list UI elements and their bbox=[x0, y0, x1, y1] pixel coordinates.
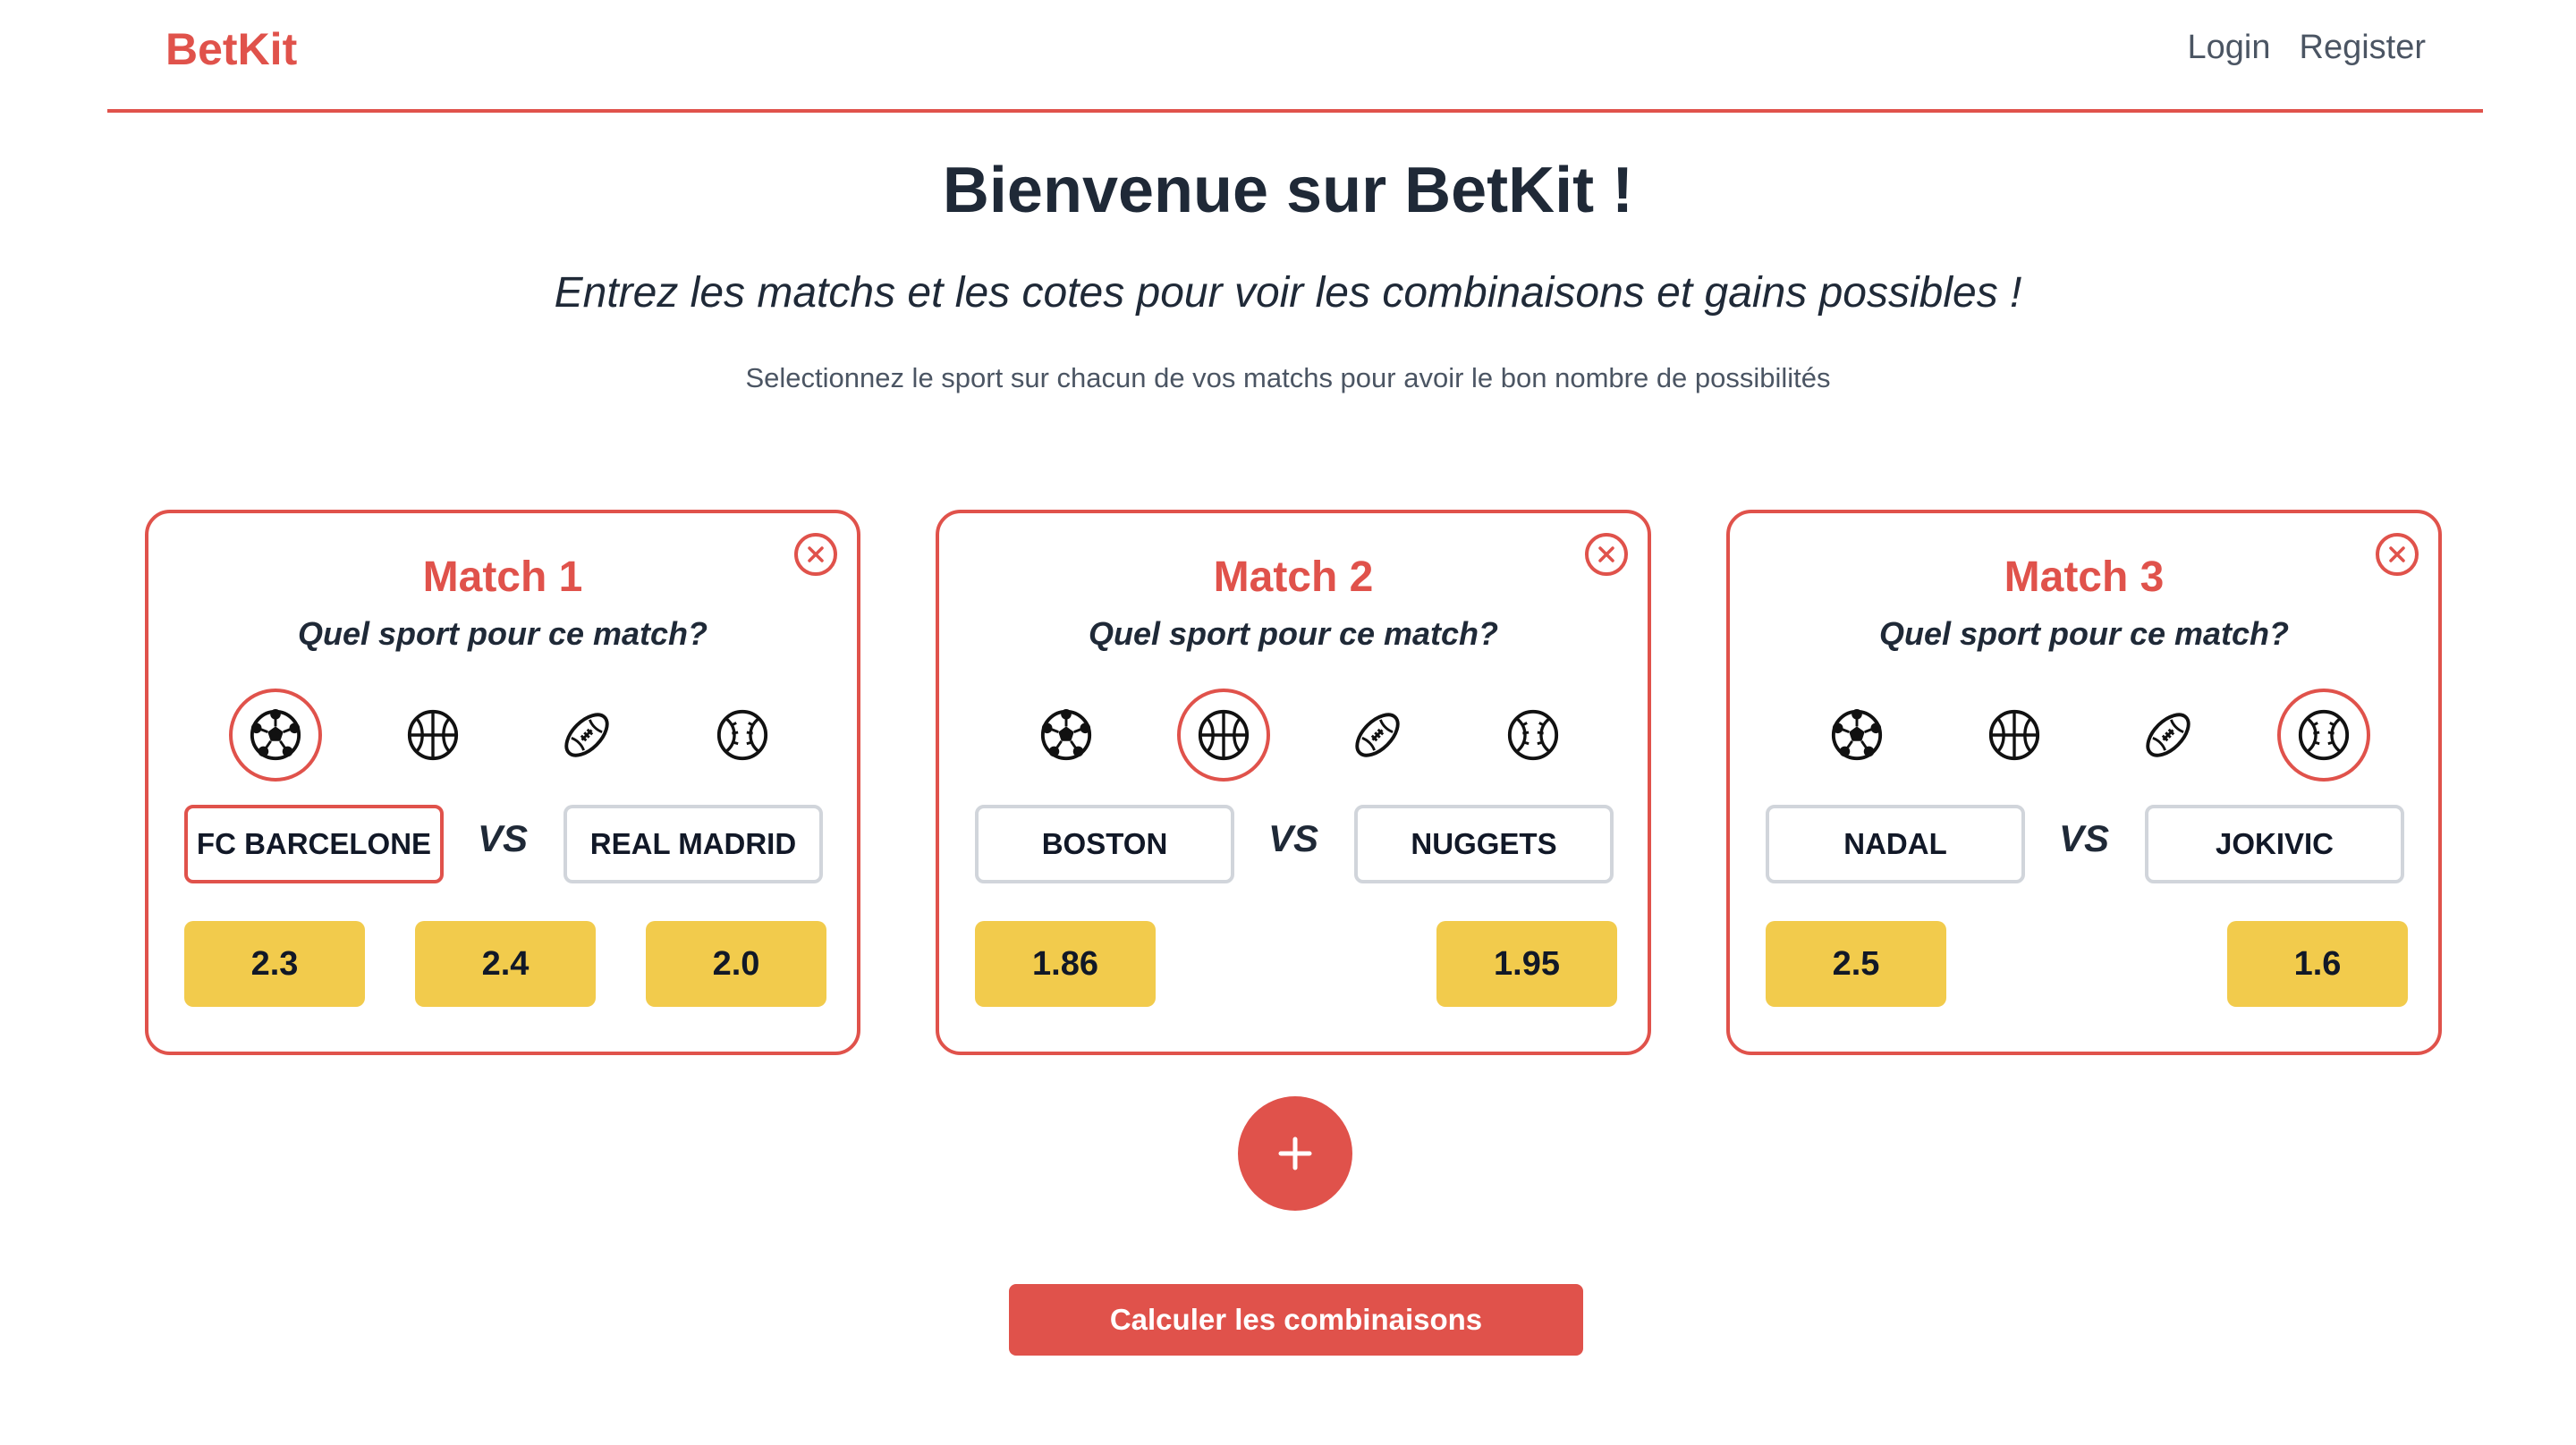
odd-team1[interactable]: 1.86 bbox=[975, 921, 1156, 1007]
team1-input[interactable]: FC BARCELONE bbox=[184, 805, 444, 883]
basketball-icon bbox=[1198, 709, 1250, 761]
sport-option-tennis[interactable] bbox=[696, 689, 789, 782]
match-card-1: Match 1 Quel sport pour ce match? FC BAR… bbox=[145, 510, 860, 1055]
calculate-combinations-button[interactable]: Calculer les combinaisons bbox=[1009, 1284, 1583, 1356]
sport-option-soccer[interactable] bbox=[1020, 689, 1113, 782]
sport-option-american-football[interactable] bbox=[1331, 689, 1424, 782]
vs-label: VS bbox=[1267, 817, 1319, 859]
sport-option-american-football[interactable] bbox=[2122, 689, 2215, 782]
tennis-ball-icon bbox=[716, 709, 768, 761]
soccer-ball-icon bbox=[1831, 708, 1883, 761]
odd-team2[interactable]: 1.95 bbox=[1436, 921, 1617, 1007]
register-link[interactable]: Register bbox=[2300, 29, 2427, 67]
team1-input[interactable]: NADAL bbox=[1766, 805, 2025, 883]
page-hint: Selectionnez le sport sur chacun de vos … bbox=[745, 362, 1831, 393]
match-title: Match 3 bbox=[2004, 553, 2165, 601]
nav-links: Login Register bbox=[2188, 29, 2426, 67]
sport-question: Quel sport pour ce match? bbox=[1088, 615, 1499, 652]
plus-icon bbox=[1278, 1137, 1312, 1170]
tennis-ball-icon bbox=[2298, 709, 2350, 761]
american-football-icon bbox=[564, 713, 609, 757]
team2-input[interactable]: JOKIVIC bbox=[2145, 805, 2404, 883]
brand-logo[interactable]: BetKit bbox=[165, 23, 297, 75]
sport-option-basketball[interactable] bbox=[1177, 689, 1270, 782]
team1-input[interactable]: BOSTON bbox=[975, 805, 1234, 883]
tennis-ball-icon bbox=[1507, 709, 1559, 761]
soccer-ball-icon bbox=[250, 708, 301, 761]
sport-option-soccer[interactable] bbox=[1810, 689, 1903, 782]
team2-input[interactable]: NUGGETS bbox=[1354, 805, 1614, 883]
sport-option-tennis[interactable] bbox=[1487, 689, 1580, 782]
sport-selector bbox=[1730, 689, 2438, 782]
odd-team2[interactable]: 1.6 bbox=[2227, 921, 2408, 1007]
sport-option-american-football[interactable] bbox=[540, 689, 633, 782]
odd-team1[interactable]: 2.5 bbox=[1766, 921, 1946, 1007]
sport-question: Quel sport pour ce match? bbox=[1878, 615, 2290, 652]
odd-team1[interactable]: 2.3 bbox=[184, 921, 365, 1007]
soccer-ball-icon bbox=[1040, 708, 1092, 761]
sport-question: Quel sport pour ce match? bbox=[297, 615, 708, 652]
vs-label: VS bbox=[2058, 817, 2110, 859]
match-title: Match 2 bbox=[1213, 553, 1374, 601]
sport-option-basketball[interactable] bbox=[1968, 689, 2061, 782]
sport-option-tennis[interactable] bbox=[2277, 689, 2370, 782]
navbar: BetKit Login Register bbox=[107, 0, 2483, 113]
add-match-button[interactable] bbox=[1238, 1096, 1352, 1211]
basketball-icon bbox=[407, 709, 459, 761]
odd-draw[interactable]: 2.4 bbox=[415, 921, 596, 1007]
sport-option-basketball[interactable] bbox=[386, 689, 479, 782]
sport-selector bbox=[148, 689, 857, 782]
american-football-icon bbox=[1355, 713, 1400, 757]
page-subtitle: Entrez les matchs et les cotes pour voir… bbox=[554, 269, 2022, 317]
vs-label: VS bbox=[477, 817, 529, 859]
sport-selector bbox=[939, 689, 1648, 782]
page-title: Bienvenue sur BetKit ! bbox=[942, 155, 1634, 226]
odd-team2[interactable]: 2.0 bbox=[646, 921, 826, 1007]
login-link[interactable]: Login bbox=[2188, 29, 2271, 67]
match-title: Match 1 bbox=[422, 553, 583, 601]
match-card-3: Match 3 Quel sport pour ce match? NADAL … bbox=[1726, 510, 2442, 1055]
sport-option-soccer[interactable] bbox=[229, 689, 322, 782]
american-football-icon bbox=[2146, 713, 2190, 757]
match-card-2: Match 2 Quel sport pour ce match? BOSTON… bbox=[936, 510, 1651, 1055]
team2-input[interactable]: REAL MADRID bbox=[564, 805, 823, 883]
basketball-icon bbox=[1988, 709, 2040, 761]
